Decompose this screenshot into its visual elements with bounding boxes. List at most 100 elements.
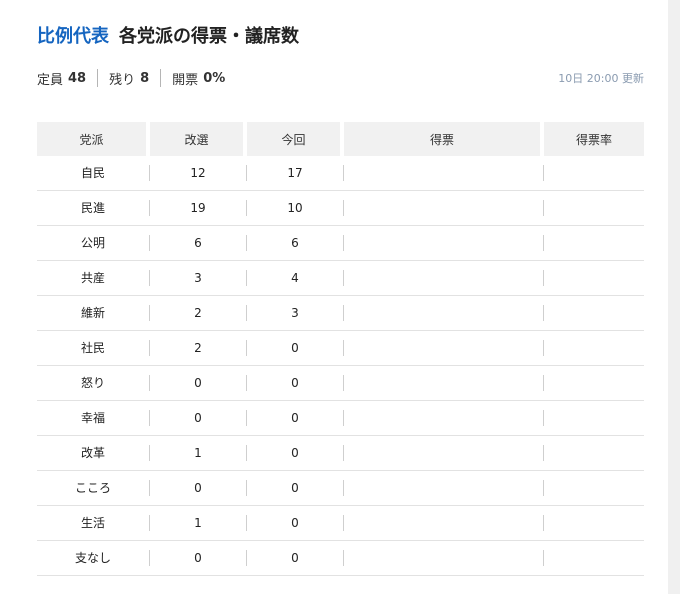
stat-counted: 開票 0% xyxy=(172,69,225,88)
stat-divider xyxy=(97,69,99,87)
table-row: 社民 2 0 xyxy=(37,331,644,366)
stat-divider xyxy=(160,69,162,87)
column-header-before: 改選 xyxy=(150,122,247,156)
cell-now: 6 xyxy=(247,226,344,261)
cell-rate xyxy=(544,261,644,296)
cell-rate xyxy=(544,541,644,576)
table-row: こころ 0 0 xyxy=(37,471,644,506)
cell-votes-value xyxy=(344,305,544,321)
cell-now-value: 0 xyxy=(247,480,344,496)
cell-party: 生活 xyxy=(37,506,150,541)
cell-rate xyxy=(544,506,644,541)
cell-party-value: 共産 xyxy=(37,270,150,286)
cell-rate-value xyxy=(544,235,644,251)
stat-quota-value: 48 xyxy=(68,70,87,86)
table-row: 支なし 0 0 xyxy=(37,541,644,576)
cell-before: 2 xyxy=(150,331,247,366)
cell-votes xyxy=(344,156,544,191)
cell-rate xyxy=(544,156,644,191)
cell-party: 幸福 xyxy=(37,401,150,436)
cell-votes-value xyxy=(344,515,544,531)
cell-before: 0 xyxy=(150,366,247,401)
table-row: 共産 3 4 xyxy=(37,261,644,296)
stat-counted-label: 開票 xyxy=(172,72,199,88)
cell-before-value: 1 xyxy=(150,445,247,461)
cell-party: 支なし xyxy=(37,541,150,576)
cell-now-value: 0 xyxy=(247,340,344,356)
table-row: 維新 2 3 xyxy=(37,296,644,331)
cell-votes xyxy=(344,261,544,296)
cell-rate xyxy=(544,436,644,471)
column-header-party: 党派 xyxy=(37,122,150,156)
cell-party-value: こころ xyxy=(37,480,150,496)
cell-votes-value xyxy=(344,480,544,496)
cell-party: 怒り xyxy=(37,366,150,401)
cell-now-value: 0 xyxy=(247,375,344,391)
cell-party: 民進 xyxy=(37,191,150,226)
cell-party: 公明 xyxy=(37,226,150,261)
table-row: 自民 12 17 xyxy=(37,156,644,191)
cell-votes xyxy=(344,471,544,506)
cell-rate xyxy=(544,226,644,261)
cell-now-value: 0 xyxy=(247,410,344,426)
cell-party-value: 自民 xyxy=(37,165,150,181)
cell-before-value: 19 xyxy=(150,200,247,216)
cell-now-value: 17 xyxy=(247,165,344,181)
table-row: 民進 19 10 xyxy=(37,191,644,226)
cell-rate-value xyxy=(544,515,644,531)
cell-now: 3 xyxy=(247,296,344,331)
cell-before: 1 xyxy=(150,436,247,471)
cell-before-value: 6 xyxy=(150,235,247,251)
cell-before-value: 12 xyxy=(150,165,247,181)
cell-votes xyxy=(344,331,544,366)
cell-now-value: 0 xyxy=(247,515,344,531)
cell-party-value: 維新 xyxy=(37,305,150,321)
cell-party: 維新 xyxy=(37,296,150,331)
cell-party: 改革 xyxy=(37,436,150,471)
cell-votes xyxy=(344,366,544,401)
cell-rate xyxy=(544,401,644,436)
cell-before: 0 xyxy=(150,401,247,436)
cell-votes-value xyxy=(344,375,544,391)
cell-before-value: 0 xyxy=(150,375,247,391)
cell-before: 0 xyxy=(150,471,247,506)
cell-before: 12 xyxy=(150,156,247,191)
cell-rate xyxy=(544,191,644,226)
cell-before-value: 2 xyxy=(150,305,247,321)
cell-votes-value xyxy=(344,340,544,356)
cell-now: 0 xyxy=(247,401,344,436)
column-header-votes: 得票 xyxy=(344,122,544,156)
table-row: 公明 6 6 xyxy=(37,226,644,261)
cell-party-value: 支なし xyxy=(37,550,150,566)
cell-rate-value xyxy=(544,270,644,286)
table-body: 自民 12 17 民進 19 10 公明 6 6 共産 3 4 維新 2 3 社民 2 0 怒り 0 0 幸… xyxy=(37,156,644,576)
cell-votes-value xyxy=(344,270,544,286)
cell-now: 0 xyxy=(247,436,344,471)
cell-before-value: 0 xyxy=(150,410,247,426)
cell-party-value: 改革 xyxy=(37,445,150,461)
cell-before: 6 xyxy=(150,226,247,261)
cell-rate-value xyxy=(544,375,644,391)
cell-before-value: 1 xyxy=(150,515,247,531)
cell-rate-value xyxy=(544,410,644,426)
cell-rate-value xyxy=(544,445,644,461)
cell-rate xyxy=(544,366,644,401)
cell-rate xyxy=(544,331,644,366)
table-row: 幸福 0 0 xyxy=(37,401,644,436)
cell-now-value: 4 xyxy=(247,270,344,286)
cell-party-value: 民進 xyxy=(37,200,150,216)
cell-before: 3 xyxy=(150,261,247,296)
cell-party-value: 生活 xyxy=(37,515,150,531)
cell-votes xyxy=(344,191,544,226)
cell-before: 19 xyxy=(150,191,247,226)
stats-row: 定員 48 残り 8 開票 0% xyxy=(37,68,225,88)
cell-party-value: 社民 xyxy=(37,340,150,356)
cell-votes xyxy=(344,296,544,331)
page-title: 比例代表 各党派の得票・議席数 xyxy=(37,22,299,52)
cell-now: 10 xyxy=(247,191,344,226)
cell-party-value: 怒り xyxy=(37,375,150,391)
cell-rate-value xyxy=(544,165,644,181)
cell-now: 17 xyxy=(247,156,344,191)
cell-now-value: 6 xyxy=(247,235,344,251)
cell-before-value: 0 xyxy=(150,550,247,566)
